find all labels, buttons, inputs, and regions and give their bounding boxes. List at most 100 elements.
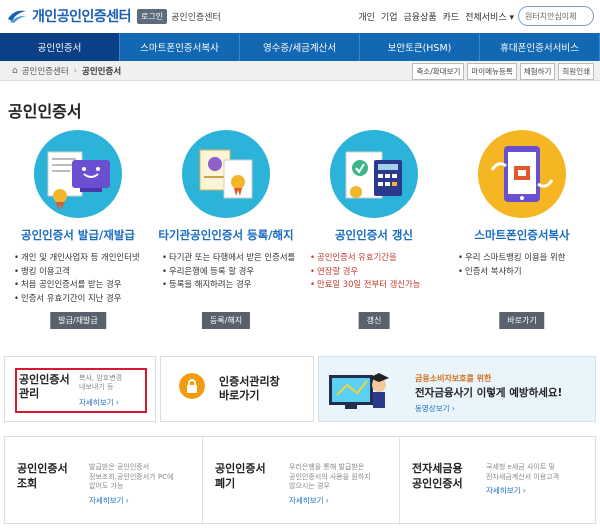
service-renew: 공인인증서 갱신 공인인증서 유효기간을 연장할 경우 만료일 30일 전부터 … (300, 130, 448, 329)
service-bullets: 개인 및 개인사업자 등 개인인터넷 뱅킹 이용고객 처음 공인인증서를 받는 … (4, 251, 152, 305)
cell-desc-line: 우리은행을 통해 발급받은 (289, 463, 365, 471)
list-item: 우리은행에 등록 할 경우 (162, 265, 300, 279)
manage-desc-line2: 내보내기 등 (79, 383, 114, 391)
cell-title: 공인인증서 폐기 (215, 461, 266, 491)
service-bullets: 공인인증서 유효기간을 연장할 경우 만료일 30일 전부터 갱신가능 (300, 251, 448, 292)
lock-icon (179, 373, 205, 399)
nav-mobile-cert[interactable]: 휴대폰인증서서비스 (480, 33, 600, 61)
search-input[interactable]: 원터치안심이체 (518, 6, 594, 26)
certificate-manage-box[interactable]: 공인인증서 관리 복사, 암호변경 내보내기 등 자세히보기 › (4, 356, 156, 422)
list-item: 처음 공인인증서를 받는 경우 (14, 278, 152, 292)
cell-title: 공인인증서 조회 (17, 461, 68, 491)
login-button[interactable]: 로그인 (137, 8, 168, 24)
page-tools: 축소/확대보기 마이메뉴등록 체험하기 회원인쇄 (412, 63, 594, 80)
cell-title-line2: 조회 (17, 477, 38, 490)
issue-button[interactable]: 발급/재발급 (50, 312, 106, 329)
list-item: 개인 및 개인사업자 등 개인인터넷 (14, 251, 152, 265)
store-title-line1: 인증서관리창 (219, 375, 280, 388)
util-link-finance[interactable]: 금융상품 (404, 10, 437, 23)
breadcrumb: ⌂ 공인인증센터 › 공인인증서 축소/확대보기 마이메뉴등록 체험하기 회원인… (0, 61, 600, 81)
video-link[interactable]: 동영상보기 › (415, 403, 455, 414)
list-item: 타기관 또는 타행에서 받은 인증서를 (162, 251, 300, 265)
logo-text: 개인공인인증센터 (32, 9, 132, 25)
list-item: 연장할 경우 (310, 265, 448, 279)
manage-title-line2: 관리 (19, 387, 40, 400)
service-title[interactable]: 스마트폰인증서복사 (448, 227, 596, 243)
cell-title-line1: 공인인증서 (17, 462, 68, 475)
breadcrumb-home[interactable]: 공인인증센터 (22, 65, 69, 77)
service-title[interactable]: 타기관공인인증서 등록/해지 (152, 227, 300, 243)
cell-title: 전자세금용 공인인증서 (412, 461, 463, 491)
cell-desc: 우리은행을 통해 발급받은 공인인증서의 사용을 원하지 않으시는 경우 (289, 463, 371, 492)
quick-links-row: 공인인증서 관리 복사, 암호변경 내보내기 등 자세히보기 › 인증서관리창 … (0, 356, 600, 422)
list-item: 등록을 해지하려는 경우 (162, 278, 300, 292)
fraud-prevention-banner[interactable]: 금융소비자보호를 위한 전자금융사기 이렇게 예방하세요! 동영상보기 › (318, 356, 596, 422)
breadcrumb-current: 공인인증서 (82, 66, 122, 77)
util-link-business[interactable]: 기업 (381, 10, 398, 23)
cert-revoke-cell[interactable]: 공인인증서 폐기 우리은행을 통해 발급받은 공인인증서의 사용을 원하지 않으… (202, 437, 399, 525)
main-nav: 공인인증서 스마트폰인증서복사 영수증/세금계산서 보안토큰(HSM) 휴대폰인… (0, 33, 600, 61)
cert-store-box[interactable]: 인증서관리창 바로가기 (160, 356, 314, 422)
cell-desc: 국세청 e세금 사이트 및 전자세금계산서 이용고객 (486, 463, 559, 482)
service-issue: 공인인증서 발급/재발급 개인 및 개인사업자 등 개인인터넷 뱅킹 이용고객 … (4, 130, 152, 329)
list-item: 우리 스마트뱅킹 이용을 위한 (458, 251, 596, 265)
cell-desc-line: 없어도 가능 (89, 482, 124, 490)
cell-desc-line: 발급받은 공인인증서 (89, 463, 150, 471)
list-item: 인증서 복사하기 (458, 265, 596, 279)
util-link-all-services[interactable]: 전체서비스 ▾ (465, 10, 514, 23)
nav-certificate[interactable]: 공인인증서 (0, 33, 120, 61)
service-smartphone-copy: 스마트폰인증서복사 우리 스마트뱅킹 이용을 위한 인증서 복사하기 바로가기 (448, 130, 596, 329)
util-link-card[interactable]: 카드 (443, 10, 460, 23)
revoke-more-link[interactable]: 자세히보기 › (289, 495, 329, 506)
breadcrumb-separator: › (73, 65, 78, 76)
certificate-calculator-icon (330, 130, 418, 218)
smartphone-copy-button[interactable]: 바로가기 (499, 312, 545, 329)
manage-desc: 복사, 암호변경 내보내기 등 (79, 374, 122, 392)
store-title-line2: 바로가기 (219, 389, 260, 402)
store-title: 인증서관리창 바로가기 (219, 375, 280, 403)
util-link-personal[interactable]: 개인 (358, 10, 375, 23)
promo-title: 전자금융사기 이렇게 예방하세요! (415, 387, 563, 399)
cell-desc-line: 전자세금계산서 이용고객 (486, 472, 560, 481)
print-button[interactable]: 회원인쇄 (558, 63, 594, 80)
logo[interactable]: 개인공인인증센터 (6, 6, 132, 26)
document-monitor-icon (34, 130, 122, 218)
home-icon[interactable]: ⌂ (12, 66, 18, 76)
tax-cert-cell[interactable]: 전자세금용 공인인증서 국세청 e세금 사이트 및 전자세금계산서 이용고객 자… (399, 437, 595, 525)
mymenu-button[interactable]: 마이메뉴등록 (467, 63, 517, 80)
lookup-more-link[interactable]: 자세히보기 › (89, 495, 129, 506)
nav-receipt[interactable]: 영수증/세금계산서 (240, 33, 360, 61)
list-item: 인증서 유효기간이 지난 경우 (14, 292, 152, 306)
center-link[interactable]: 공인인증센터 (171, 10, 221, 23)
promo-subtitle: 금융소비자보호를 위한 (415, 374, 492, 383)
manage-title: 공인인증서 관리 (19, 373, 70, 401)
nav-hsm[interactable]: 보안토큰(HSM) (360, 33, 480, 61)
manage-desc-line1: 복사, 암호변경 (79, 374, 123, 382)
smartphone-icon (478, 130, 566, 218)
manage-title-line1: 공인인증서 (19, 373, 70, 386)
zoom-button[interactable]: 축소/확대보기 (412, 63, 465, 80)
logo-icon (8, 10, 26, 23)
demo-button[interactable]: 체험하기 (519, 63, 556, 80)
manage-more-link[interactable]: 자세히보기 › (79, 397, 119, 408)
service-bullets: 우리 스마트뱅킹 이용을 위한 인증서 복사하기 (448, 251, 596, 278)
certificate-scroll-icon (182, 130, 270, 218)
list-item: 뱅킹 이용고객 (14, 265, 152, 279)
cell-desc: 발급받은 공인인증서 정보조회,공인인증서가 PC에 없어도 가능 (89, 463, 173, 492)
service-title[interactable]: 공인인증서 갱신 (300, 227, 448, 243)
cell-desc-line: 공인인증서의 사용을 원하지 (289, 472, 371, 481)
page-title: 공인인증서 (8, 102, 82, 121)
register-button[interactable]: 등록/해지 (201, 312, 251, 329)
top-bar: 개인공인인증센터 로그인 공인인증센터 개인 기업 금융상품 카드 전체서비스 … (0, 0, 600, 32)
tax-more-link[interactable]: 자세히보기 › (486, 485, 526, 496)
cell-title-line2: 폐기 (215, 477, 236, 490)
service-title[interactable]: 공인인증서 발급/재발급 (4, 227, 152, 243)
nav-smartphone-copy[interactable]: 스마트폰인증서복사 (120, 33, 240, 61)
cell-title-line2: 공인인증서 (412, 477, 463, 490)
list-item: 공인인증서 유효기간을 (310, 251, 448, 265)
renew-button[interactable]: 갱신 (358, 312, 390, 329)
service-register: 타기관공인인증서 등록/해지 타기관 또는 타행에서 받은 인증서를 우리은행에… (152, 130, 300, 329)
monitor-graduate-icon (329, 373, 389, 409)
cell-title-line1: 전자세금용 (412, 462, 463, 475)
cert-lookup-cell[interactable]: 공인인증서 조회 발급받은 공인인증서 정보조회,공인인증서가 PC에 없어도 … (5, 437, 202, 525)
